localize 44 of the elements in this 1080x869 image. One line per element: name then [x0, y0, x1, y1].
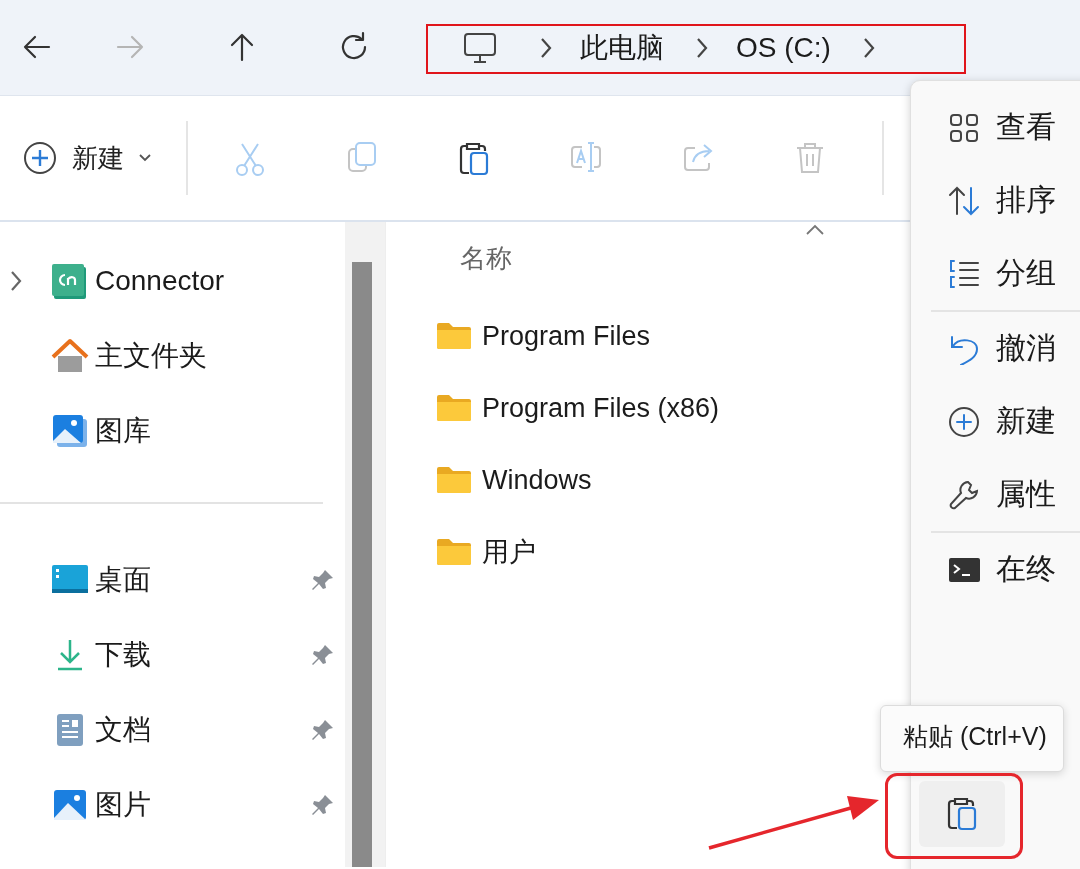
folder-name[interactable]: Windows [482, 464, 592, 496]
plus-circle-icon [948, 405, 980, 438]
house-icon [51, 336, 89, 375]
folder-icon [436, 321, 472, 351]
sidebar-item[interactable]: Connector [95, 264, 225, 297]
sort-arrows-icon [948, 184, 980, 217]
pin-icon [311, 792, 335, 817]
sidebar-item[interactable]: 下载 [95, 635, 151, 674]
list-icon [948, 257, 980, 290]
pin-icon [311, 567, 335, 592]
sidebar-item[interactable]: 图库 [95, 411, 151, 450]
folder-name[interactable]: Program Files [482, 320, 651, 352]
menu-item[interactable]: 属性 [911, 458, 1080, 531]
column-header[interactable]: 名称 [460, 240, 512, 276]
menu-item[interactable]: 查看 [911, 91, 1080, 164]
menu-item[interactable]: 撤消 [911, 312, 1080, 385]
clipboard-icon [945, 795, 979, 833]
pin-icon [311, 642, 335, 667]
sidebar-item[interactable]: 桌面 [95, 560, 151, 599]
menu-item[interactable]: 分组 [911, 237, 1080, 310]
menu-item[interactable]: 排序 [911, 164, 1080, 237]
app-logo-icon [51, 261, 89, 300]
folder-icon [436, 465, 472, 495]
sidebar-item[interactable]: 文档 [95, 710, 151, 749]
menu-item[interactable]: 在终 [911, 533, 1080, 606]
grid-icon [948, 111, 980, 144]
breadcrumb-item[interactable]: OS (C:) [736, 31, 831, 64]
breadcrumb-item[interactable]: 此电脑 [580, 28, 664, 67]
scrollbar[interactable] [345, 222, 385, 867]
sidebar-item[interactable]: 图片 [95, 785, 151, 824]
menu-item[interactable]: 新建 [911, 385, 1080, 458]
paste-button[interactable] [919, 781, 1005, 847]
folder-icon [436, 393, 472, 423]
pin-icon [311, 717, 335, 742]
folder-name[interactable]: 用户 [482, 534, 536, 570]
tooltip: 粘贴 (Ctrl+V) [880, 705, 1064, 772]
sidebar-item[interactable]: 主文件夹 [95, 336, 207, 375]
plus-circle-icon [22, 140, 58, 176]
caret-icon [138, 153, 152, 163]
folder-name[interactable]: Program Files (x86) [482, 392, 720, 424]
new-button[interactable]: 新建 [22, 140, 152, 176]
clipboard-icon [457, 140, 491, 176]
wrench-icon [948, 478, 980, 511]
folder-icon [436, 537, 472, 567]
